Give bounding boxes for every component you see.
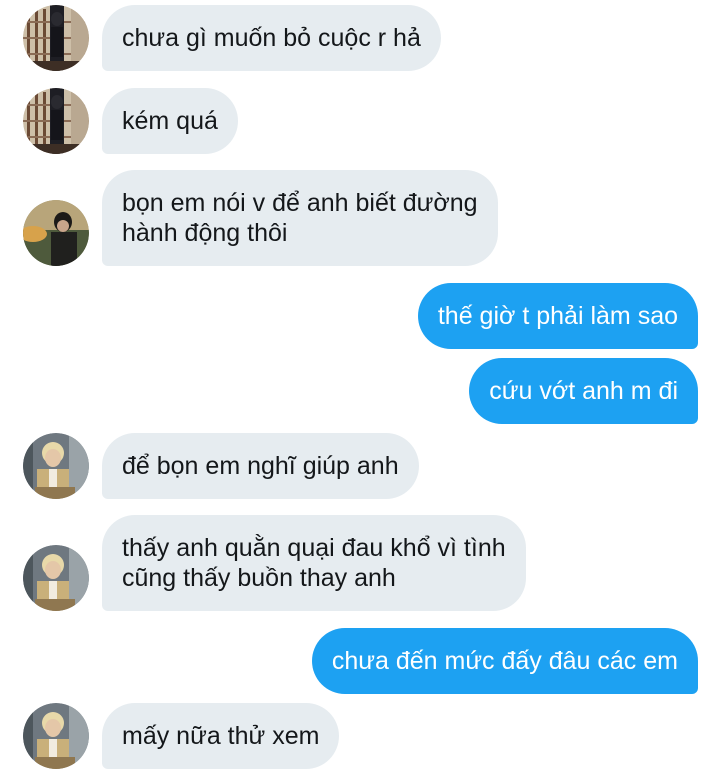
message-text: hành động thôi [122,219,288,247]
message-bubble-incoming: bọn em nói v để anh biết đường hành động… [102,170,498,266]
message-bubble-incoming: chưa gì muốn bỏ cuộc r hả [102,5,441,71]
message-text: thế giờ t phải làm sao [437,302,678,330]
message-text: cũng thấy buồn thay anh [122,564,396,592]
message-text: chưa gì muốn bỏ cuộc r hả [122,24,421,52]
blond-avatar[interactable] [23,433,89,499]
message-text: kém quá [122,107,218,135]
blond-avatar[interactable] [23,545,89,611]
message-bubble-incoming: kém quá [102,88,238,154]
message-bubble-outgoing: chưa đến mức đấy đâu các em [311,628,698,694]
message-text: cứu vớt anh m đi [489,377,678,405]
blond-avatar[interactable] [23,703,89,769]
message-text: thấy anh quằn quại đau khổ vì tình [122,534,506,562]
sunset-avatar[interactable] [23,200,89,266]
message-text: để bọn em nghĩ giúp anh [122,452,399,480]
message-bubble-outgoing: thế giờ t phải làm sao [417,283,698,349]
message-bubble-incoming: mấy nữa thử xem [102,703,340,769]
window-avatar[interactable] [23,5,89,71]
message-text: bọn em nói v để anh biết đường [122,189,478,217]
message-text: mấy nữa thử xem [122,722,320,750]
message-text: chưa đến mức đấy đâu các em [331,647,678,675]
message-bubble-incoming: thấy anh quằn quại đau khổ vì tình cũng … [102,515,526,611]
window-avatar[interactable] [23,88,89,154]
message-bubble-outgoing: cứu vớt anh m đi [469,358,698,424]
message-bubble-incoming: để bọn em nghĩ giúp anh [102,433,419,499]
